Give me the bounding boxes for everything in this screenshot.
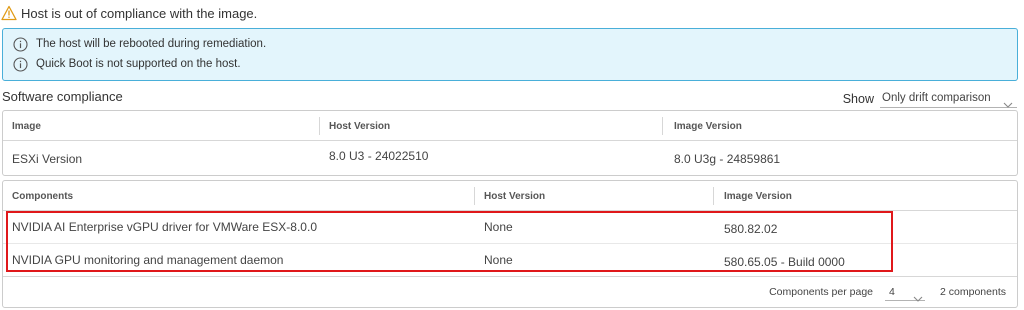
cell-host-version: 8.0 U3 - 24022510 [329,149,429,163]
cell-component-name: NVIDIA GPU monitoring and management dae… [12,253,284,267]
warning-text: Host is out of compliance with the image… [21,5,258,21]
info-line-reboot: The host will be rebooted during remedia… [13,36,266,52]
per-page-label: Components per page [769,286,873,298]
column-divider[interactable] [713,187,714,205]
image-grid: Image Host Version Image Version ESXi Ve… [2,110,1018,176]
column-divider[interactable] [319,117,320,135]
show-dropdown[interactable]: Only drift comparison [880,89,1017,108]
grid-footer: Components per page 4 2 components [3,276,1017,307]
info-text: The host will be rebooted during remedia… [36,38,267,50]
component-count: 2 components [940,286,1006,298]
warning-triangle-icon [1,5,17,21]
cell-host-version: None [484,253,513,267]
show-label: Show [842,91,874,106]
cell-component-name: NVIDIA AI Enterprise vGPU driver for VMW… [12,220,317,234]
info-line-quickboot: Quick Boot is not supported on the host. [13,56,241,72]
per-page-value: 4 [889,285,895,298]
info-alert: The host will be rebooted during remedia… [2,28,1018,81]
column-header-image-version[interactable]: Image Version [674,121,742,132]
grid-header: Components Host Version Image Version [3,181,1017,211]
info-circle-icon [13,56,28,72]
info-text: Quick Boot is not supported on the host. [36,58,241,70]
grid-header: Image Host Version Image Version [3,111,1017,141]
column-header-host-version[interactable]: Host Version [484,191,545,202]
cell-image-version: 580.65.05 - Build 0000 [724,255,845,269]
column-header-host-version[interactable]: Host Version [329,121,390,132]
per-page-dropdown[interactable]: 4 [885,283,925,302]
table-row[interactable]: NVIDIA AI Enterprise vGPU driver for VMW… [3,211,1017,244]
column-divider[interactable] [474,187,475,205]
compliance-warning: Host is out of compliance with the image… [1,5,257,21]
section-title: Software compliance [2,89,123,104]
column-header-image-version[interactable]: Image Version [724,191,792,202]
components-grid: Components Host Version Image Version NV… [2,180,1018,308]
table-row[interactable]: NVIDIA GPU monitoring and management dae… [3,244,1017,277]
column-header-components[interactable]: Components [12,191,73,202]
cell-host-version: None [484,220,513,234]
column-header-image[interactable]: Image [12,121,41,132]
chevron-down-icon [1003,95,1013,108]
column-divider[interactable] [662,117,663,135]
table-row: ESXi Version 8.0 U3 - 24022510 8.0 U3g -… [3,141,1017,175]
cell-image-version: 580.82.02 [724,222,778,236]
show-filter: Show Only drift comparison [843,89,1017,108]
cell-image-version: 8.0 U3g - 24859861 [674,152,781,166]
chevron-down-icon [913,289,923,302]
show-dropdown-value: Only drift comparison [882,92,991,104]
info-circle-icon [13,36,28,52]
cell-image-name: ESXi Version [12,152,83,166]
